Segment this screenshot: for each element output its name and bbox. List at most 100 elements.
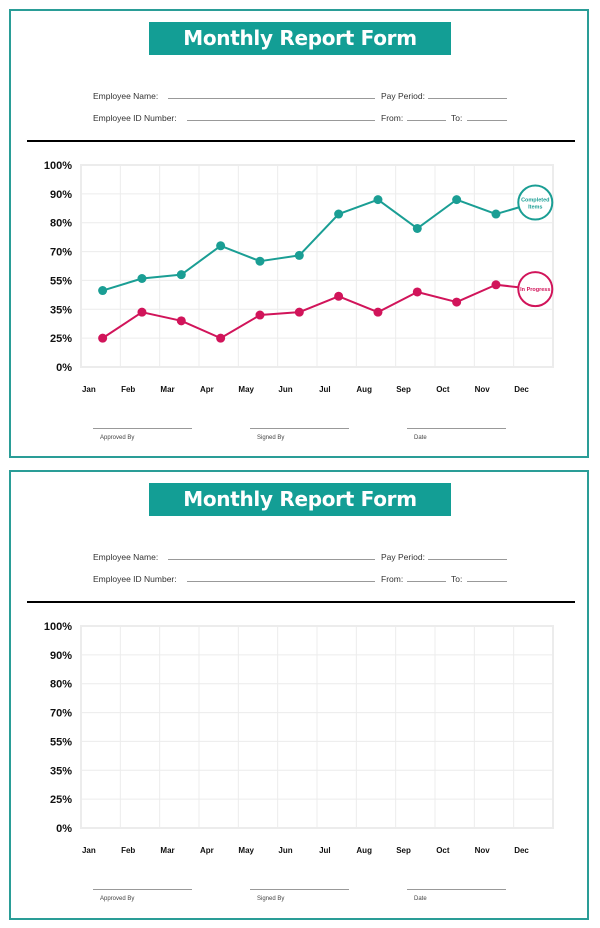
report-form-2: Monthly Report Form Employee Name: Pay P… xyxy=(9,470,589,920)
employee-id-label: Employee ID Number: xyxy=(93,574,177,584)
y-tick-label: 90% xyxy=(50,189,72,201)
data-point xyxy=(294,307,304,317)
x-tick-label: Jul xyxy=(319,385,331,394)
approved-by-label: Approved By xyxy=(100,896,135,902)
y-tick-label: 55% xyxy=(50,736,72,748)
form-title: Monthly Report Form xyxy=(149,22,451,55)
to-field[interactable] xyxy=(467,120,507,121)
data-point xyxy=(373,307,383,317)
from-label: From: xyxy=(381,574,404,584)
y-tick-label: 25% xyxy=(50,794,72,806)
section-divider xyxy=(27,601,575,603)
approved-by-field[interactable] xyxy=(93,889,192,890)
x-tick-label: Mar xyxy=(160,846,174,855)
to-label: To: xyxy=(451,113,463,123)
y-tick-label: 55% xyxy=(50,275,72,287)
employee-name-label: Employee Name: xyxy=(93,552,159,562)
legend-label: Completed xyxy=(521,198,549,204)
from-field[interactable] xyxy=(407,120,446,121)
x-tick-label: Nov xyxy=(475,846,491,855)
data-point xyxy=(334,291,344,301)
x-tick-label: Jan xyxy=(82,846,96,855)
y-tick-label: 100% xyxy=(44,160,72,172)
y-tick-label: 35% xyxy=(50,304,72,316)
date-label: Date xyxy=(414,896,427,902)
data-point xyxy=(255,310,265,320)
y-tick-label: 35% xyxy=(50,765,72,777)
data-point xyxy=(137,307,147,317)
data-point xyxy=(216,241,226,251)
y-tick-label: 25% xyxy=(50,333,72,345)
employee-id-field[interactable] xyxy=(187,581,375,582)
data-point xyxy=(334,209,344,219)
report-form-1: Monthly Report Form Employee Name: Pay P… xyxy=(9,9,589,458)
data-point xyxy=(216,333,226,343)
y-tick-label: 70% xyxy=(50,708,72,720)
date-field[interactable] xyxy=(407,428,506,429)
data-point xyxy=(255,256,265,266)
y-tick-label: 90% xyxy=(50,650,72,662)
x-tick-label: Feb xyxy=(121,846,135,855)
y-tick-label: 0% xyxy=(56,823,72,835)
x-tick-label: May xyxy=(238,846,254,855)
legend-label: In Progress xyxy=(520,287,550,293)
x-tick-label: Sep xyxy=(396,385,411,394)
to-label: To: xyxy=(451,574,463,584)
pay-period-label: Pay Period: xyxy=(381,91,425,101)
section-divider xyxy=(27,140,575,142)
data-point xyxy=(491,280,501,290)
employee-id-label: Employee ID Number: xyxy=(93,113,177,123)
x-tick-label: Jan xyxy=(82,385,96,394)
x-tick-label: Mar xyxy=(160,385,174,394)
from-field[interactable] xyxy=(407,581,446,582)
x-tick-label: Oct xyxy=(436,385,450,394)
x-tick-label: Dec xyxy=(514,846,529,855)
signed-by-field[interactable] xyxy=(250,428,349,429)
x-tick-label: Oct xyxy=(436,846,450,855)
data-point xyxy=(176,316,186,326)
x-tick-label: Dec xyxy=(514,385,529,394)
x-tick-label: Apr xyxy=(200,846,214,855)
y-tick-label: 80% xyxy=(50,679,72,691)
y-tick-label: 70% xyxy=(50,247,72,259)
x-tick-label: Feb xyxy=(121,385,135,394)
x-tick-label: Aug xyxy=(356,846,372,855)
employee-name-field[interactable] xyxy=(168,98,375,99)
data-point xyxy=(373,195,383,205)
date-field[interactable] xyxy=(407,889,506,890)
x-tick-label: Jun xyxy=(278,846,292,855)
data-point xyxy=(412,287,422,297)
signed-by-label: Signed By xyxy=(257,435,285,441)
approved-by-label: Approved By xyxy=(100,435,135,441)
form-title: Monthly Report Form xyxy=(149,483,451,516)
data-point xyxy=(294,250,304,260)
x-tick-label: Nov xyxy=(475,385,491,394)
approved-by-field[interactable] xyxy=(93,428,192,429)
data-point xyxy=(98,286,108,296)
legend-label: Items xyxy=(528,205,542,211)
date-label: Date xyxy=(414,435,427,441)
chart-2: 0% 25% 35% 55% 70% 80% 90% 100% Jan Feb Mar Apr May J… xyxy=(11,618,591,868)
x-tick-label: Jul xyxy=(319,846,331,855)
x-tick-label: Sep xyxy=(396,846,411,855)
from-label: From: xyxy=(381,113,404,123)
data-point xyxy=(98,333,108,343)
data-point xyxy=(176,270,186,280)
to-field[interactable] xyxy=(467,581,507,582)
blank-chart-svg: 0% 25% 35% 55% 70% 80% 90% 100% Jan Feb Mar Apr May J… xyxy=(44,621,554,855)
x-tick-label: May xyxy=(238,385,254,394)
data-point xyxy=(412,223,422,233)
employee-id-field[interactable] xyxy=(187,120,375,121)
employee-name-field[interactable] xyxy=(168,559,375,560)
employee-name-label: Employee Name: xyxy=(93,91,159,101)
y-tick-label: 80% xyxy=(50,218,72,230)
pay-period-field[interactable] xyxy=(428,559,507,560)
signed-by-field[interactable] xyxy=(250,889,349,890)
y-tick-label: 0% xyxy=(56,362,72,374)
pay-period-field[interactable] xyxy=(428,98,507,99)
chart-1: 0% 25% 35% 55% 70% 80% 90% 100% Jan Feb Mar Apr May J… xyxy=(11,157,591,407)
data-point xyxy=(137,274,147,284)
x-tick-label: Apr xyxy=(200,385,214,394)
x-tick-label: Aug xyxy=(356,385,372,394)
data-point xyxy=(452,297,462,307)
